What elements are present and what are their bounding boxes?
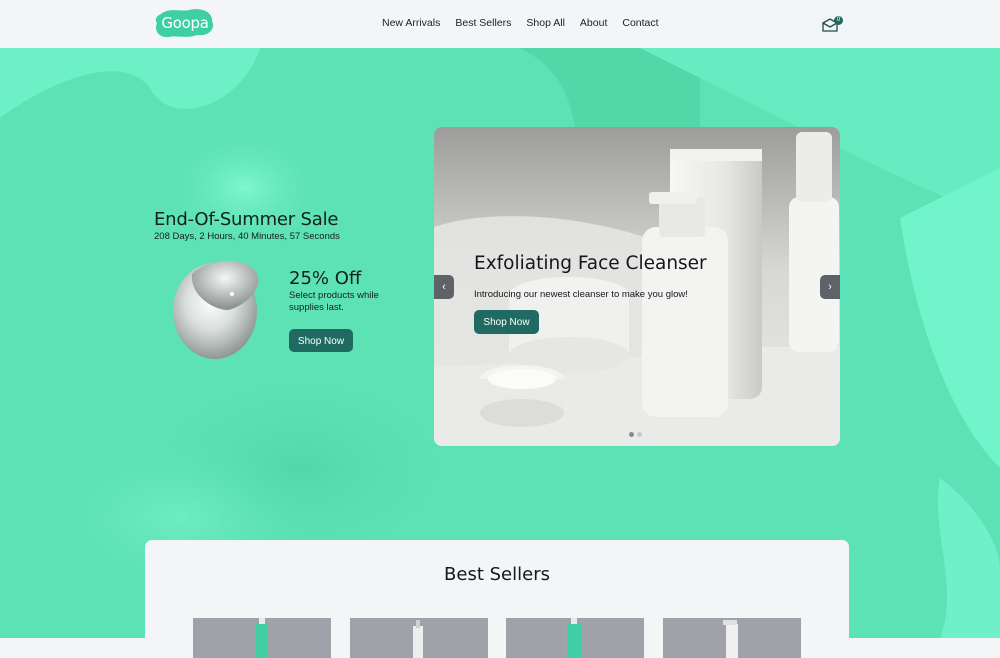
- promo-shop-now-button[interactable]: Shop Now: [289, 329, 353, 352]
- slider-dot[interactable]: [637, 432, 642, 437]
- chevron-left-icon: ‹: [442, 281, 446, 293]
- nav-about[interactable]: About: [580, 16, 607, 30]
- slide-title: Exfoliating Face Cleanser: [474, 253, 707, 274]
- logo-text: Goopa: [161, 14, 209, 32]
- sale-countdown: 208 Days, 2 Hours, 40 Minutes, 57 Second…: [154, 231, 340, 242]
- discount-description: Select products while supplies last.: [289, 290, 379, 313]
- discount-title: 25% Off: [289, 268, 362, 289]
- slide-subtitle: Introducing our newest cleanser to make …: [474, 289, 688, 300]
- cart-button[interactable]: 0: [821, 14, 843, 34]
- slide-image: [434, 127, 840, 446]
- main-nav: New Arrivals Best Sellers Shop All About…: [382, 16, 674, 30]
- slider-dots: [629, 432, 642, 437]
- slider-prev-button[interactable]: ‹: [434, 275, 454, 299]
- sale-title: End-Of-Summer Sale: [154, 209, 339, 230]
- nav-best-sellers[interactable]: Best Sellers: [455, 16, 511, 30]
- product-card[interactable]: [193, 618, 331, 658]
- chevron-right-icon: ›: [828, 281, 832, 293]
- best-sellers-title: Best Sellers: [444, 564, 550, 585]
- site-header: Goopa New Arrivals Best Sellers Shop All…: [0, 0, 1000, 48]
- cart-count-badge: 0: [834, 16, 843, 25]
- nav-shop-all[interactable]: Shop All: [526, 16, 565, 30]
- hero-slider: Exfoliating Face Cleanser Introducing ou…: [434, 127, 840, 446]
- best-sellers-section: Best Sellers: [145, 540, 849, 658]
- slider-dot[interactable]: [629, 432, 634, 437]
- product-disc-image: [170, 256, 265, 361]
- slider-next-button[interactable]: ›: [820, 275, 840, 299]
- nav-contact[interactable]: Contact: [622, 16, 658, 30]
- brand-logo[interactable]: Goopa: [155, 8, 215, 38]
- product-card[interactable]: [350, 618, 488, 658]
- nav-new-arrivals[interactable]: New Arrivals: [382, 16, 440, 30]
- slide-shop-now-button[interactable]: Shop Now: [474, 310, 539, 334]
- product-card[interactable]: [506, 618, 644, 658]
- product-card[interactable]: [663, 618, 801, 658]
